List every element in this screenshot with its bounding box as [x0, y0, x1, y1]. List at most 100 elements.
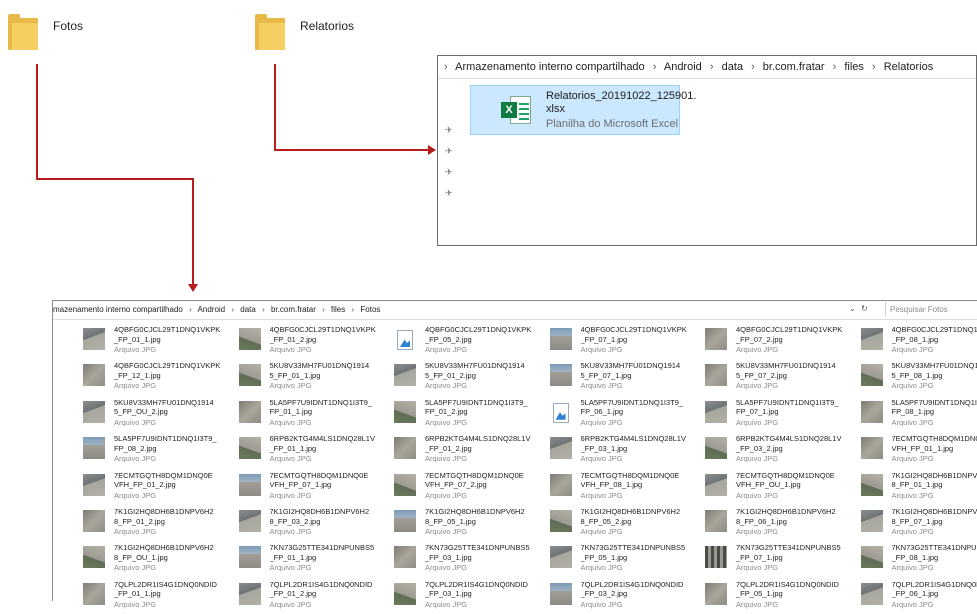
photo-thumbnail: [83, 364, 105, 386]
fotos-folder-label[interactable]: Fotos: [53, 19, 83, 33]
file-item[interactable]: 7QLPL2DR1IS4G1DNQ0NDID_FP_01_1.jpgArquiv…: [83, 580, 235, 614]
file-item[interactable]: 5KU8V33MH7FU01DNQ19145_FP_07_2.jpgArquiv…: [705, 361, 857, 395]
breadcrumb-item[interactable]: Armazenamento interno compartilhado: [455, 61, 645, 73]
fotos-address-bar[interactable]: mazenamento interno compartilhado › Andr…: [53, 301, 843, 319]
file-item[interactable]: 7K1GI2HQ8DH6B1DNPV6H28_FP_OU_1.jpgArquiv…: [83, 543, 235, 577]
file-name-line2: 5_FP_07_1.jpg: [581, 371, 703, 381]
file-name: 7ECMTGQTH8DQM1DNQ0E: [892, 434, 977, 444]
file-item[interactable]: 5LA5PF7U9IDNT1DNQ1I3T9_FP_01_1.jpgArquiv…: [239, 398, 391, 432]
relatorios-folder-icon[interactable]: [255, 14, 285, 50]
relatorios-folder-label[interactable]: Relatorios: [300, 19, 354, 33]
file-item[interactable]: 4QBFG0CJCL29T1DNQ1VKPK_FP_05_2.jpgArquiv…: [394, 325, 546, 359]
file-name: 5KU8V33MH7FU01DNQ1914: [270, 361, 392, 371]
file-name-line2: _FP_06_1.jpg: [892, 589, 977, 599]
breadcrumb-item[interactable]: mazenamento interno compartilhado: [53, 305, 183, 314]
file-type: Arquivo JPG: [581, 381, 623, 390]
file-item[interactable]: 7QLPL2DR1IS4G1DNQ0NDID_FP_03_1.jpgArquiv…: [394, 580, 546, 614]
file-item[interactable]: 4QBFG0CJCL29T1DNQ1VKPK_FP_07_2.jpgArquiv…: [705, 325, 857, 359]
file-type: Arquivo JPG: [892, 563, 934, 572]
breadcrumb-item[interactable]: files: [331, 305, 345, 314]
file-item[interactable]: 5LA5PF7U9IDNT1DNQ1I3T9_FP_08_2.jpgArquiv…: [83, 434, 235, 468]
chevron-right-icon: ›: [872, 61, 876, 73]
file-item[interactable]: 7QLPL2DR1IS4G1DNQ0NDID_FP_06_1.jpgArquiv…: [861, 580, 977, 614]
file-item[interactable]: 7ECMTGQTH8DQM1DNQ0EVFH_FP_01_1.jpgArquiv…: [861, 434, 977, 468]
file-item[interactable]: 4QBFG0CJCL29T1DNQ1VKPK_FP_07_1.jpgArquiv…: [550, 325, 702, 359]
pin-icon[interactable]: ✈: [445, 124, 455, 145]
file-item[interactable]: 4QBFG0CJCL29T1DNQ1VKPK_FP_01_2.jpgArquiv…: [239, 325, 391, 359]
file-item[interactable]: 7K1GI2HQ8DH6B1DNPV6H28_FP_01_1.jpgArquiv…: [861, 471, 977, 505]
file-name-line2: 5_FP_08_1.jpg: [892, 371, 977, 381]
file-name-line2: _FP_01_2.jpg: [270, 335, 392, 345]
refresh-icon[interactable]: ↻: [861, 304, 868, 313]
file-item[interactable]: 4QBFG0CJCL29T1DNQ1VKPK_FP_01_1.jpgArquiv…: [83, 325, 235, 359]
breadcrumb-item[interactable]: data: [240, 305, 256, 314]
photo-thumbnail: [705, 364, 727, 386]
file-type: Arquivo JPG: [581, 491, 623, 500]
file-name-line2: 8_FP_05_2.jpg: [581, 517, 703, 527]
file-item[interactable]: 7K1GI2HQ8DH6B1DNPV6H28_FP_05_2.jpgArquiv…: [550, 507, 702, 541]
file-item[interactable]: 7KN73G25TTE341DNPUNBS5_FP_07_1.jpgArquiv…: [705, 543, 857, 577]
file-item[interactable]: 7ECMTGQTH8DQM1DNQ0EVFH_FP_OU_1.jpgArquiv…: [705, 471, 857, 505]
file-name-line2: _FP_08_1.jpg: [892, 335, 977, 345]
file-item[interactable]: 6RPB2KTG4M4LS1DNQ28L1V_FP_03_1.jpgArquiv…: [550, 434, 702, 468]
pin-icon[interactable]: ✈: [445, 187, 455, 208]
file-item[interactable]: 5LA5PF7U9IDNT1DNQ1I3T9_FP_01_2.jpgArquiv…: [394, 398, 546, 432]
file-item[interactable]: 4QBFG0CJCL29T1DNQ1VKPK_FP_12_1.jpgArquiv…: [83, 361, 235, 395]
file-item[interactable]: 7KN73G25TTE341DNPUNBS5_FP_03_1.jpgArquiv…: [394, 543, 546, 577]
file-name: 7QLPL2DR1IS4G1DNQ0NDID: [736, 580, 858, 590]
file-item[interactable]: 7QLPL2DR1IS4G1DNQ0NDID_FP_03_2.jpgArquiv…: [550, 580, 702, 614]
fotos-toolbar: mazenamento interno compartilhado › Andr…: [53, 301, 977, 320]
file-item[interactable]: 5KU8V33MH7FU01DNQ19145_FP_07_1.jpgArquiv…: [550, 361, 702, 395]
file-item[interactable]: 7K1GI2HQ8DH6B1DNPV6H28_FP_03_2.jpgArquiv…: [239, 507, 391, 541]
file-item[interactable]: 5KU8V33MH7FU01DNQ19145_FP_01_1.jpgArquiv…: [239, 361, 391, 395]
file-item[interactable]: 7ECMTGQTH8DQM1DNQ0EVFH_FP_01_2.jpgArquiv…: [83, 471, 235, 505]
pin-icon[interactable]: ✈: [445, 166, 455, 187]
file-item[interactable]: 7KN73G25TTE341DNPUNBS5_FP_05_1.jpgArquiv…: [550, 543, 702, 577]
file-item[interactable]: 6RPB2KTG4M4LS1DNQ28L1V_FP_01_1.jpgArquiv…: [239, 434, 391, 468]
file-item[interactable]: 5KU8V33MH7FU01DNQ19145_FP_01_2.jpgArquiv…: [394, 361, 546, 395]
breadcrumb-item[interactable]: data: [722, 61, 743, 73]
file-item[interactable]: 6RPB2KTG4M4LS1DNQ28L1V_FP_03_2.jpgArquiv…: [705, 434, 857, 468]
pin-icon[interactable]: ✈: [445, 145, 455, 166]
file-item[interactable]: 5LA5PF7U9IDNT1DNQ1I3T9_FP_07_1.jpgArquiv…: [705, 398, 857, 432]
file-item[interactable]: 7KN73G25TTE341DNPUNBS5_FP_01_1.jpgArquiv…: [239, 543, 391, 577]
file-item[interactable]: 7QLPL2DR1IS4G1DNQ0NDID_FP_01_2.jpgArquiv…: [239, 580, 391, 614]
file-item[interactable]: 7KN73G25TTE341DNPUNBS5_FP_08_1.jpgArquiv…: [861, 543, 977, 577]
file-item[interactable]: 7K1GI2HQ8DH6B1DNPV6H28_FP_07_1.jpgArquiv…: [861, 507, 977, 541]
file-name-line2: 5_FP_OU_2.jpg: [114, 407, 236, 417]
file-item[interactable]: 5LA5PF7U9IDNT1DNQ1I3T9_FP_08_1.jpgArquiv…: [861, 398, 977, 432]
file-type: Arquivo JPG: [425, 454, 467, 463]
file-item[interactable]: 5LA5PF7U9IDNT1DNQ1I3T9_FP_06_1.jpgArquiv…: [550, 398, 702, 432]
chevron-right-icon: ›: [231, 305, 234, 314]
file-type: Arquivo JPG: [892, 345, 934, 354]
file-item[interactable]: 5KU8V33MH7FU01DNQ19145_FP_08_1.jpgArquiv…: [861, 361, 977, 395]
excel-file-item[interactable]: X Relatorios_20191022_125901. xlsx Plani…: [470, 85, 680, 135]
file-item[interactable]: 6RPB2KTG4M4LS1DNQ28L1V_FP_01_2.jpgArquiv…: [394, 434, 546, 468]
breadcrumb-item[interactable]: Android: [198, 305, 226, 314]
file-item[interactable]: 7K1GI2HQ8DH6B1DNPV6H28_FP_05_1.jpgArquiv…: [394, 507, 546, 541]
breadcrumb-item[interactable]: br.com.fratar: [763, 61, 825, 73]
file-type: Arquivo JPG: [270, 454, 312, 463]
file-item[interactable]: 7K1GI2HQ8DH6B1DNPV6H28_FP_01_2.jpgArquiv…: [83, 507, 235, 541]
photo-thumbnail: [705, 401, 727, 423]
fotos-folder-icon[interactable]: [8, 14, 38, 50]
search-input[interactable]: Pesquisar Fotos: [885, 302, 977, 317]
breadcrumb-item[interactable]: Fotos: [360, 305, 380, 314]
file-item[interactable]: 7K1GI2HQ8DH6B1DNPV6H28_FP_06_1.jpgArquiv…: [705, 507, 857, 541]
file-name: 7KN73G25TTE341DNPUNBS5: [581, 543, 703, 553]
file-item[interactable]: 7QLPL2DR1IS4G1DNQ0NDID_FP_05_1.jpgArquiv…: [705, 580, 857, 614]
file-item[interactable]: 4QBFG0CJCL29T1DNQ1VKPK_FP_08_1.jpgArquiv…: [861, 325, 977, 359]
breadcrumb-item[interactable]: Relatorios: [884, 61, 934, 73]
relatorios-address-bar[interactable]: › Armazenamento interno compartilhado › …: [438, 56, 976, 79]
file-item[interactable]: 7ECMTGQTH8DQM1DNQ0EVFH_FP_07_1.jpgArquiv…: [239, 471, 391, 505]
excel-file-name: Relatorios_20191022_125901. xlsx: [546, 90, 696, 116]
photo-thumbnail: [550, 328, 572, 350]
file-item[interactable]: 5KU8V33MH7FU01DNQ19145_FP_OU_2.jpgArquiv…: [83, 398, 235, 432]
breadcrumb-item[interactable]: br.com.fratar: [271, 305, 316, 314]
chevron-down-icon[interactable]: ⌄: [849, 304, 856, 313]
chevron-right-icon: ›: [653, 61, 657, 73]
breadcrumb-item[interactable]: files: [844, 61, 864, 73]
file-item[interactable]: 7ECMTGQTH8DQM1DNQ0EVFH_FP_08_1.jpgArquiv…: [550, 471, 702, 505]
file-item[interactable]: 7ECMTGQTH8DQM1DNQ0EVFH_FP_07_2.jpgArquiv…: [394, 471, 546, 505]
breadcrumb-item[interactable]: Android: [664, 61, 702, 73]
